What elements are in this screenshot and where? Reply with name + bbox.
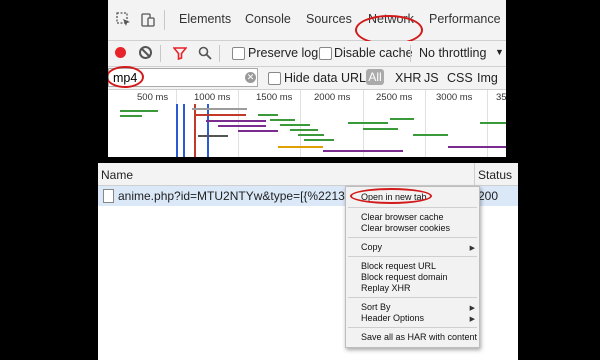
open-in-new-tab-highlight <box>350 188 432 204</box>
column-header-name[interactable]: Name <box>101 168 133 182</box>
filter-icon[interactable] <box>173 46 187 60</box>
tick-label: 1500 ms <box>256 92 293 103</box>
waterfall-bar <box>323 150 403 152</box>
dom-content-loaded-line <box>207 104 209 157</box>
clear-filter-icon[interactable]: ✕ <box>245 72 256 83</box>
tick-label: 2500 ms <box>376 92 413 103</box>
disable-cache-label: Disable cache <box>334 46 413 60</box>
waterfall-bar <box>413 134 448 136</box>
devtools-network-panel: Elements Console Sources Network Perform… <box>108 0 506 157</box>
submenu-arrow-icon: ▶ <box>469 305 475 312</box>
submenu-arrow-icon: ▶ <box>469 316 475 323</box>
context-menu: Open in new tab Clear browser cache Clea… <box>345 186 480 348</box>
submenu-arrow-icon: ▶ <box>469 245 475 252</box>
tab-elements[interactable]: Elements <box>179 12 231 26</box>
waterfall-bar <box>192 108 247 110</box>
hide-data-urls-label: Hide data URLs <box>284 71 373 85</box>
tick-label: 1000 ms <box>194 92 231 103</box>
devtools-tab-bar: Elements Console Sources Network Perform… <box>108 0 506 45</box>
network-timeline[interactable]: 500 ms 1000 ms 1500 ms 2000 ms 2500 ms 3… <box>108 90 506 157</box>
preserve-log-label: Preserve log <box>248 46 319 60</box>
menu-item-header-options[interactable]: Header Options <box>361 313 424 323</box>
menu-separator <box>348 256 477 257</box>
waterfall-bar <box>290 129 318 131</box>
waterfall-bar <box>280 124 310 126</box>
waterfall-bar <box>390 118 414 120</box>
device-toolbar-icon[interactable] <box>140 12 156 28</box>
menu-item-save-har[interactable]: Save all as HAR with content <box>361 332 477 342</box>
type-filter-all[interactable]: All <box>366 69 384 85</box>
waterfall-bar <box>120 110 158 112</box>
chevron-down-icon[interactable]: ▼ <box>495 47 504 57</box>
tick-label: 500 ms <box>137 92 169 103</box>
load-event-line <box>194 104 196 157</box>
waterfall-bar <box>278 146 323 148</box>
waterfall-bar <box>206 120 266 122</box>
record-button[interactable] <box>115 47 126 58</box>
waterfall-bar <box>238 130 278 132</box>
menu-item-block-url[interactable]: Block request URL <box>361 261 436 271</box>
menu-item-clear-cache[interactable]: Clear browser cache <box>361 212 444 222</box>
waterfall-bar <box>480 122 506 124</box>
preserve-log-checkbox[interactable] <box>232 47 245 60</box>
waterfall-bar <box>304 139 334 141</box>
menu-item-sort-by[interactable]: Sort By <box>361 302 391 312</box>
gridline <box>425 90 426 157</box>
column-divider <box>474 163 475 185</box>
menu-separator <box>348 327 477 328</box>
filter-bar: mp4 ✕ Hide data URLs All XHR JS CSS Img <box>108 66 506 90</box>
tab-performance[interactable]: Performance <box>429 12 501 26</box>
menu-separator <box>348 237 477 238</box>
search-icon[interactable] <box>198 46 212 60</box>
waterfall-bar <box>196 114 246 116</box>
request-name: anime.php?id=MTU2NTYw&type=[{%2213%22: <box>118 189 373 203</box>
dom-content-loaded-line <box>183 104 185 157</box>
tick-label: 35 <box>496 92 506 103</box>
waterfall-bar <box>270 119 295 121</box>
dom-content-loaded-line <box>176 104 178 157</box>
clear-icon[interactable] <box>139 46 152 59</box>
divider <box>164 10 165 30</box>
request-table-header: Name Status <box>98 163 518 186</box>
menu-item-copy[interactable]: Copy <box>361 242 382 252</box>
type-filter-img[interactable]: Img <box>477 71 498 85</box>
tick-label: 2000 ms <box>314 92 351 103</box>
menu-item-block-domain[interactable]: Block request domain <box>361 272 448 282</box>
menu-separator <box>348 207 477 208</box>
waterfall-bar <box>258 114 278 116</box>
gridline <box>238 90 239 157</box>
waterfall-bar <box>363 128 398 130</box>
hide-data-urls-checkbox[interactable] <box>268 72 281 85</box>
divider <box>410 45 411 62</box>
waterfall-bar <box>348 122 388 124</box>
network-toolbar: Preserve log Disable cache No throttling… <box>108 41 506 67</box>
tab-console[interactable]: Console <box>245 12 291 26</box>
inspect-element-icon[interactable] <box>116 12 132 28</box>
tick-label: 3000 ms <box>436 92 473 103</box>
type-filter-xhr[interactable]: XHR <box>395 71 421 85</box>
waterfall-bar <box>448 146 506 148</box>
request-status: 200 <box>478 189 499 203</box>
type-filter-css[interactable]: CSS <box>447 71 473 85</box>
waterfall-bar <box>298 134 324 136</box>
menu-item-replay-xhr[interactable]: Replay XHR <box>361 283 411 293</box>
throttling-select[interactable]: No throttling <box>419 46 486 60</box>
waterfall-bar <box>120 115 142 117</box>
waterfall-bar <box>218 125 266 127</box>
menu-separator <box>348 297 477 298</box>
tab-sources[interactable]: Sources <box>306 12 352 26</box>
document-icon <box>103 189 114 203</box>
column-header-status[interactable]: Status <box>478 168 512 182</box>
waterfall-bar <box>198 135 228 137</box>
divider <box>219 45 220 62</box>
divider <box>160 45 161 62</box>
menu-item-clear-cookies[interactable]: Clear browser cookies <box>361 223 450 233</box>
disable-cache-checkbox[interactable] <box>319 47 332 60</box>
type-filter-js[interactable]: JS <box>424 71 439 85</box>
